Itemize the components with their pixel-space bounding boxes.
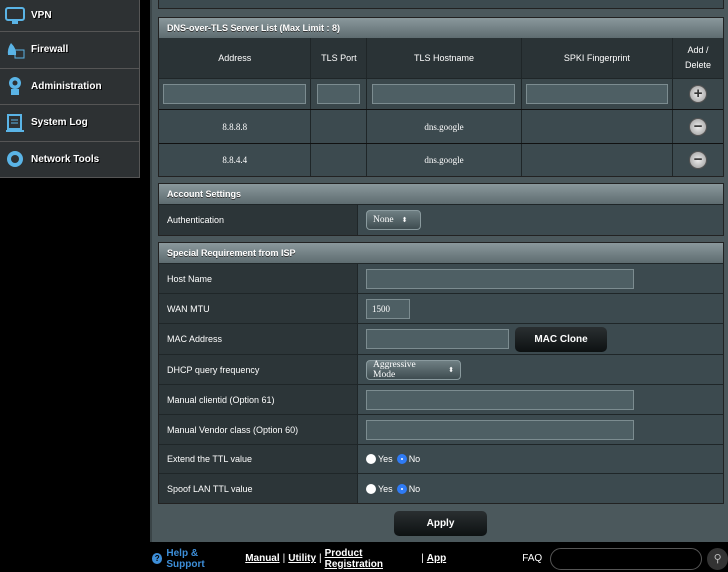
- spoof-ttl-label: Spoof LAN TTL value: [159, 474, 358, 503]
- sidebar-item-label: Administration: [31, 80, 102, 92]
- extend-ttl-yes-radio[interactable]: Yes: [366, 454, 393, 464]
- hostname-cell: dns.google: [367, 110, 522, 143]
- mac-clone-button[interactable]: MAC Clone: [515, 326, 607, 352]
- apply-button[interactable]: Apply: [394, 511, 487, 536]
- selected-value: Aggressive Mode: [373, 359, 416, 380]
- column-header: SPKI Fingerprint: [522, 38, 674, 78]
- table-row: 8.8.8.8 dns.google −: [159, 109, 723, 143]
- section-header: DNS-over-TLS Server List (Max Limit : 8): [159, 18, 723, 38]
- address-cell: 8.8.8.8: [159, 110, 312, 143]
- delete-icon[interactable]: −: [689, 151, 708, 169]
- add-row: +: [159, 78, 723, 109]
- selected-value: None: [373, 215, 394, 225]
- help-support-label: Help & Support: [166, 547, 205, 570]
- sidebar-item-label: System Log: [31, 117, 88, 129]
- radio-label: No: [408, 454, 421, 464]
- extend-ttl-label: Extend the TTL value: [159, 445, 358, 473]
- sidebar: VPN Firewall Administration System Log N…: [0, 0, 140, 178]
- faq-search-input[interactable]: [550, 547, 703, 570]
- column-header: TLS Port: [311, 38, 368, 78]
- search-icon[interactable]: ⚲: [707, 547, 728, 570]
- tls-port-cell: [311, 144, 368, 176]
- host-name-input[interactable]: [366, 268, 634, 289]
- help-icon: ?: [152, 553, 163, 564]
- wan-mtu-label: WAN MTU: [159, 294, 358, 323]
- previous-section-remnant: [158, 0, 724, 9]
- manual-link[interactable]: Manual: [245, 553, 279, 564]
- isp-requirements-table: Special Requirement from ISP Host Name W…: [158, 242, 724, 504]
- mac-address-input[interactable]: [366, 329, 509, 349]
- column-header: TLS Hostname: [367, 38, 522, 78]
- updown-icon: ⬍: [401, 216, 408, 224]
- add-icon[interactable]: +: [689, 85, 708, 103]
- sidebar-item-administration[interactable]: Administration: [0, 68, 140, 105]
- dns-over-tls-table: DNS-over-TLS Server List (Max Limit : 8)…: [158, 17, 724, 177]
- delete-icon[interactable]: −: [689, 117, 708, 136]
- account-settings-table: Account Settings Authentication None ⬍: [158, 183, 724, 236]
- system-log-icon: [5, 113, 25, 133]
- mac-address-label: MAC Address: [159, 324, 358, 354]
- extend-ttl-no-radio[interactable]: No: [396, 454, 421, 464]
- radio-label: Yes: [378, 454, 393, 464]
- dhcp-query-frequency-select[interactable]: Aggressive Mode ⬍: [366, 359, 461, 380]
- faq-label: FAQ: [522, 553, 543, 564]
- sidebar-item-label: Network Tools: [31, 153, 100, 165]
- sidebar-item-label: Firewall: [31, 44, 69, 56]
- spki-cell: [522, 110, 674, 143]
- hostname-cell: dns.google: [367, 144, 522, 176]
- spki-fingerprint-input[interactable]: [525, 84, 668, 104]
- clientid-input[interactable]: [366, 389, 634, 410]
- sidebar-item-vpn[interactable]: VPN: [0, 0, 140, 32]
- clientid-label: Manual clientid (Option 61): [159, 385, 358, 414]
- spoof-ttl-yes-radio[interactable]: Yes: [366, 483, 393, 494]
- tls-port-cell: [311, 110, 368, 143]
- product-registration-link[interactable]: Product Registration: [325, 548, 418, 570]
- address-input[interactable]: [163, 84, 307, 104]
- spoof-ttl-no-radio[interactable]: No: [396, 483, 421, 494]
- vpn-icon: [5, 6, 25, 26]
- wan-mtu-input[interactable]: [366, 298, 410, 319]
- main-panel: DNS-over-TLS Server List (Max Limit : 8)…: [150, 0, 728, 542]
- network-tools-icon: [5, 149, 25, 169]
- radio-label: No: [408, 483, 421, 494]
- app-link[interactable]: App: [427, 553, 446, 564]
- spki-cell: [522, 144, 674, 176]
- vendor-class-label: Manual Vendor class (Option 60): [159, 415, 358, 444]
- sidebar-item-system-log[interactable]: System Log: [0, 105, 140, 142]
- authentication-select[interactable]: None ⬍: [366, 210, 421, 230]
- host-name-label: Host Name: [159, 264, 358, 293]
- address-cell: 8.8.4.4: [159, 144, 312, 176]
- footer: ? Help & Support Manual | Utility | Produc…: [152, 545, 728, 572]
- administration-icon: [5, 76, 25, 96]
- firewall-icon: [5, 40, 25, 60]
- table-row: 8.8.4.4 dns.google −: [159, 143, 723, 176]
- section-header: Special Requirement from ISP: [159, 243, 723, 263]
- sidebar-item-firewall[interactable]: Firewall: [0, 32, 140, 69]
- table-header: Address TLS Port TLS Hostname SPKI Finge…: [159, 38, 723, 78]
- dhcp-query-frequency-label: DHCP query frequency: [159, 355, 358, 384]
- authentication-label: Authentication: [159, 205, 358, 235]
- updown-icon: ⬍: [448, 365, 454, 374]
- radio-label: Yes: [378, 483, 393, 494]
- sidebar-item-label: VPN: [31, 10, 52, 21]
- section-header: Account Settings: [159, 184, 723, 204]
- vendor-class-input[interactable]: [366, 419, 634, 440]
- sidebar-item-network-tools[interactable]: Network Tools: [0, 141, 140, 178]
- column-header: Add / Delete: [685, 45, 712, 70]
- tls-hostname-input[interactable]: [372, 84, 516, 104]
- column-header: Address: [159, 38, 312, 78]
- tls-port-input[interactable]: [317, 84, 361, 104]
- utility-link[interactable]: Utility: [288, 553, 316, 564]
